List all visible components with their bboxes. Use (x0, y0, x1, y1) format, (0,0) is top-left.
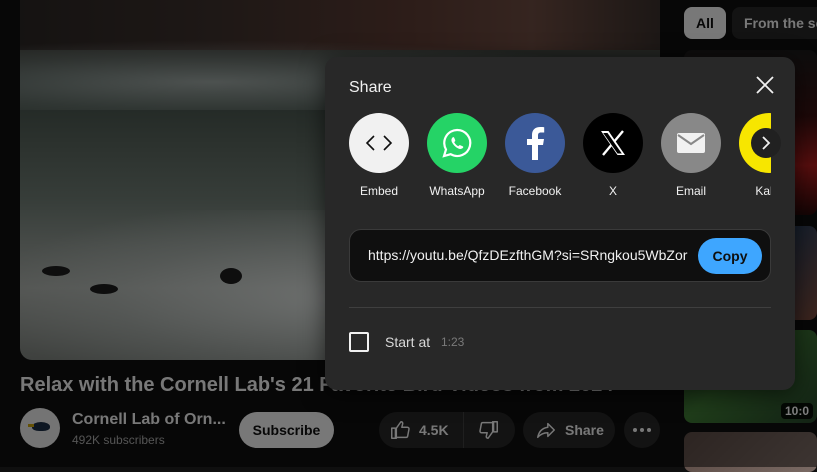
share-target-label: Kaka (755, 184, 771, 198)
close-icon (753, 73, 777, 97)
dialog-title: Share (349, 79, 392, 96)
share-targets-row: Embed WhatsApp Facebook X Email Ka (349, 113, 771, 203)
scroll-next-button[interactable] (751, 128, 781, 158)
share-target-label: WhatsApp (429, 184, 485, 198)
share-target-whatsapp[interactable]: WhatsApp (422, 113, 492, 198)
facebook-icon (505, 113, 565, 173)
share-target-email[interactable]: Email (656, 113, 726, 198)
chevron-right-icon (760, 136, 772, 150)
share-target-label: Email (675, 184, 706, 198)
share-target-embed[interactable]: Embed (349, 113, 414, 198)
x-icon (583, 113, 643, 173)
start-at-label: Start at (385, 334, 431, 350)
start-at-checkbox[interactable] (349, 332, 369, 352)
share-target-facebook[interactable]: Facebook (500, 113, 570, 198)
whatsapp-icon (427, 113, 487, 173)
share-url-text[interactable]: https://youtu.be/QfzDEzfthGM?si=SRngkou5… (368, 247, 690, 263)
email-icon (661, 113, 721, 173)
start-at-time[interactable]: 1:23 (441, 335, 464, 349)
close-button[interactable] (753, 73, 777, 97)
copy-button[interactable]: Copy (698, 238, 762, 274)
share-target-x[interactable]: X (578, 113, 648, 198)
share-target-label: X (608, 184, 617, 198)
share-target-label: Embed (359, 184, 399, 198)
embed-icon (349, 113, 409, 173)
share-dialog: Share Embed WhatsApp Facebook X Email Ka… (325, 57, 795, 390)
divider (349, 307, 771, 308)
share-url-field[interactable]: https://youtu.be/QfzDEzfthGM?si=SRngkou5… (349, 229, 771, 282)
share-target-label: Facebook (508, 184, 562, 198)
